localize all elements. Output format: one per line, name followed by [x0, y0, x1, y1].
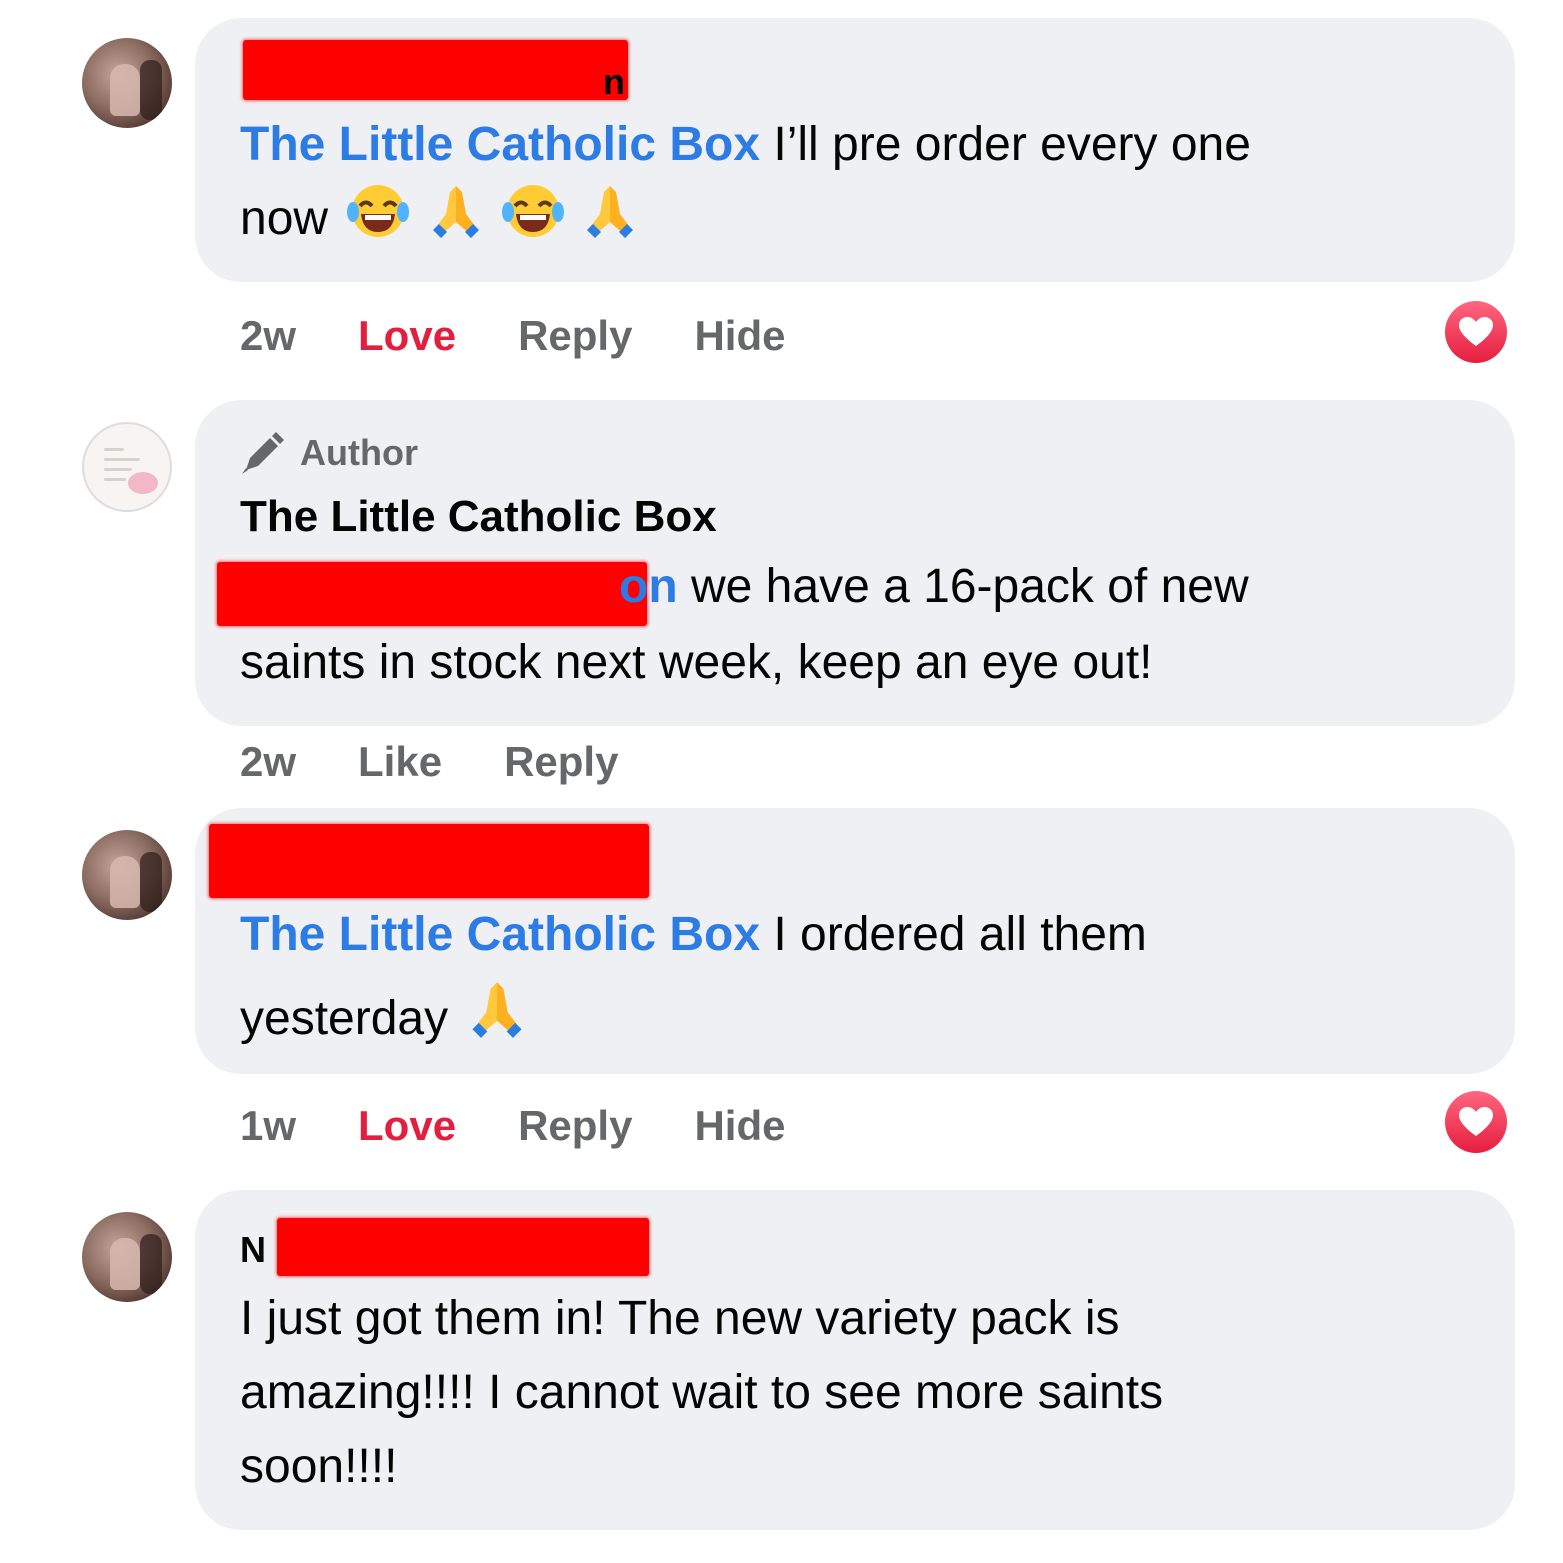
- comment-text: we have a 16-pack of new: [690, 560, 1249, 613]
- page-avatar[interactable]: [82, 422, 172, 512]
- heart-reaction-icon[interactable]: [1442, 1088, 1510, 1156]
- commenter-name-fragment[interactable]: n: [603, 62, 625, 102]
- name-redaction: [277, 1218, 649, 1276]
- comment-text: soon!!!!: [240, 1440, 398, 1493]
- comment-timestamp[interactable]: 2w: [240, 312, 296, 360]
- comment-text: I ordered all them: [773, 908, 1147, 961]
- hide-button[interactable]: Hide: [694, 312, 785, 360]
- comment-text: I’ll pre order every one: [773, 118, 1251, 171]
- mention-link-fragment[interactable]: on: [619, 560, 678, 613]
- comment-text-line: yesterday: [240, 978, 527, 1056]
- praying-hands-emoji: [432, 186, 479, 238]
- comment-actions: 2w Like Reply: [240, 732, 680, 792]
- comment-text: saints in stock next week, keep an eye o…: [240, 636, 1153, 689]
- commenter-name[interactable]: The Little Catholic Box: [240, 492, 717, 542]
- comment-text: I just got them in! The new variety pack…: [240, 1292, 1120, 1345]
- reply-button[interactable]: Reply: [518, 1102, 632, 1150]
- comment-thread: n The Little Catholic Box I’ll pre order…: [0, 0, 1563, 1563]
- mention-redaction: [217, 562, 647, 626]
- comment-text: yesterday: [240, 992, 449, 1045]
- commenter-avatar[interactable]: [82, 1212, 172, 1302]
- mention-link[interactable]: The Little Catholic Box: [240, 118, 760, 171]
- commenter-avatar[interactable]: [82, 830, 172, 920]
- love-button[interactable]: Love: [358, 1102, 456, 1150]
- comment-timestamp[interactable]: 1w: [240, 1102, 296, 1150]
- hide-button[interactable]: Hide: [694, 1102, 785, 1150]
- heart-reaction-icon[interactable]: [1442, 298, 1510, 366]
- author-badge: Author: [240, 430, 418, 476]
- comment-text-line: The Little Catholic Box I ordered all th…: [240, 898, 1147, 972]
- name-redaction: [243, 40, 628, 100]
- comment-bubble: N I just got them in! The new variety pa…: [195, 1190, 1515, 1530]
- comment-bubble: The Little Catholic Box I ordered all th…: [195, 808, 1515, 1074]
- comment-text-line: now: [240, 182, 637, 256]
- praying-hands-emoji: [472, 982, 523, 1038]
- comment-timestamp[interactable]: 2w: [240, 738, 296, 786]
- pencil-icon: [242, 432, 284, 474]
- comment-text: amazing!!!! I cannot wait to see more sa…: [240, 1366, 1164, 1419]
- comment-text-line: on we have a 16-pack of new: [619, 550, 1249, 624]
- like-button[interactable]: Like: [358, 738, 442, 786]
- love-button[interactable]: Love: [358, 312, 456, 360]
- commenter-avatar[interactable]: [82, 38, 172, 128]
- comment-bubble: Author The Little Catholic Box on we hav…: [195, 400, 1515, 726]
- mention-link[interactable]: The Little Catholic Box: [240, 908, 760, 961]
- comment-actions: 1w Love Reply Hide: [240, 1096, 847, 1156]
- author-badge-label: Author: [300, 432, 418, 473]
- comment-text: now: [240, 192, 329, 245]
- commenter-name-fragment[interactable]: N: [240, 1230, 266, 1270]
- laughing-tears-emoji: [502, 185, 565, 237]
- praying-hands-emoji: [587, 186, 634, 238]
- comment-actions: 2w Love Reply Hide: [240, 306, 847, 366]
- comment-text-line: The Little Catholic Box I’ll pre order e…: [240, 108, 1251, 182]
- comment-bubble: n The Little Catholic Box I’ll pre order…: [195, 18, 1515, 282]
- reply-button[interactable]: Reply: [518, 312, 632, 360]
- laughing-tears-emoji: [347, 185, 410, 237]
- name-redaction: [209, 824, 649, 898]
- reply-button[interactable]: Reply: [504, 738, 618, 786]
